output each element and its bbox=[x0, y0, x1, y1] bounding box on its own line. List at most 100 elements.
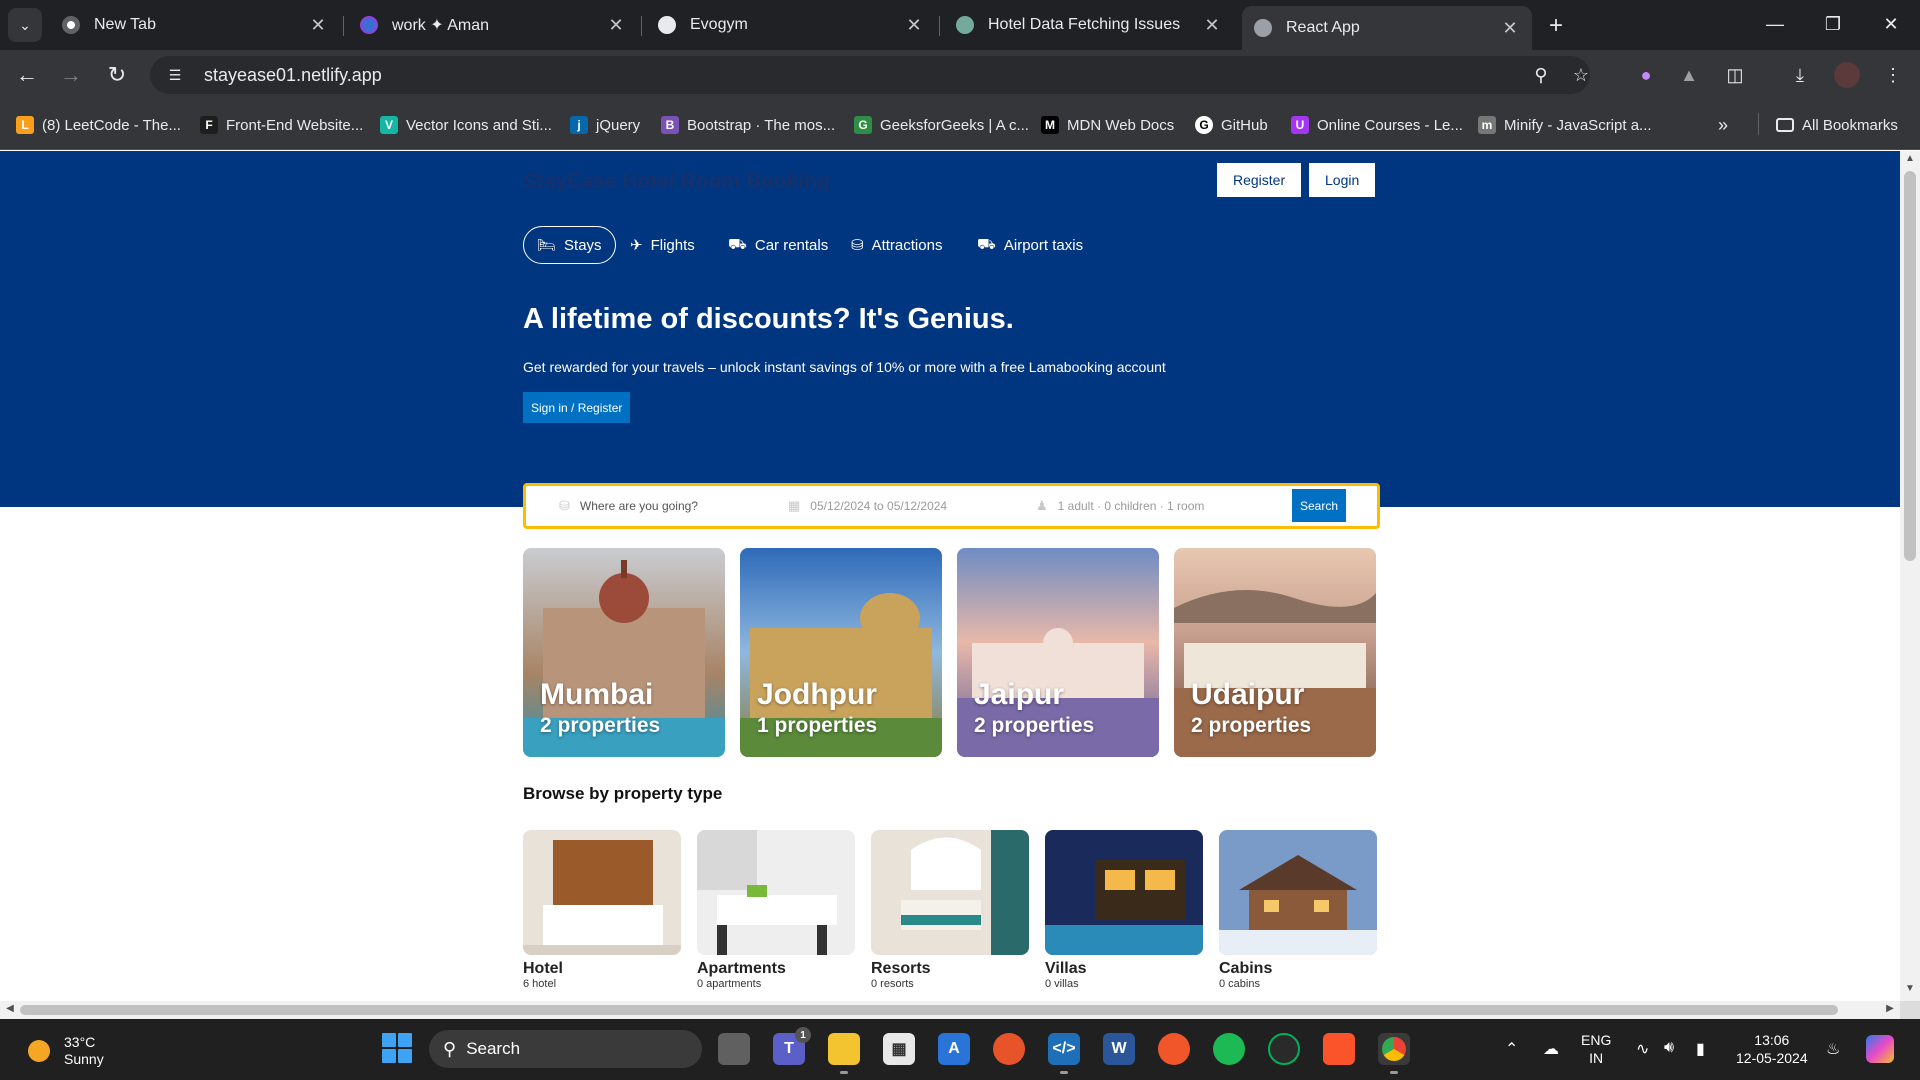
app-icon[interactable]: A bbox=[938, 1033, 970, 1065]
tab-evogym[interactable]: Evogym ✕ bbox=[646, 6, 936, 44]
vscode-icon[interactable]: </> bbox=[1048, 1033, 1080, 1074]
bookmark-mdn[interactable]: M MDN Web Docs bbox=[1041, 113, 1174, 137]
volume-icon[interactable]: 🔊︎ bbox=[1664, 1039, 1674, 1057]
bookmark-geeksforgeeks[interactable]: G GeeksforGeeks | A c... bbox=[854, 113, 1029, 137]
close-icon[interactable]: ✕ bbox=[904, 15, 924, 36]
close-icon[interactable]: ✕ bbox=[1500, 18, 1520, 39]
nav-airport-taxis[interactable]: ⛟ Airport taxis bbox=[977, 226, 1083, 264]
property-type-apartments[interactable]: Apartments 0 apartments bbox=[697, 830, 855, 990]
chrome-icon[interactable] bbox=[1378, 1033, 1410, 1074]
scroll-up-icon[interactable]: ▲ bbox=[1900, 153, 1920, 169]
tab-work[interactable]: work ✦ Aman ✕ bbox=[348, 6, 638, 44]
wifi-icon[interactable]: ∿ bbox=[1636, 1039, 1649, 1059]
zoom-icon[interactable]: ⚲ bbox=[1530, 64, 1552, 86]
bookmark-leetcode[interactable]: L (8) LeetCode - The... bbox=[16, 113, 181, 137]
scroll-down-icon[interactable]: ▼ bbox=[1900, 983, 1920, 999]
extension-icon[interactable]: ● bbox=[1633, 62, 1659, 88]
more-menu-icon[interactable]: ⋮ bbox=[1880, 62, 1906, 88]
start-button[interactable] bbox=[382, 1033, 412, 1063]
close-icon[interactable]: ✕ bbox=[1202, 15, 1222, 36]
file-explorer-icon[interactable] bbox=[828, 1033, 860, 1074]
property-type-hotel[interactable]: Hotel 6 hotel bbox=[523, 830, 681, 990]
guests-rooms-text[interactable]: 1 adult · 0 children · 1 room bbox=[1058, 499, 1205, 513]
onedrive-icon[interactable]: ☁ bbox=[1543, 1039, 1559, 1059]
date-range-text[interactable]: 05/12/2024 to 05/12/2024 bbox=[810, 499, 947, 513]
brave-icon[interactable] bbox=[1323, 1033, 1355, 1065]
bookmark-bootstrap[interactable]: B Bootstrap · The mos... bbox=[661, 113, 835, 137]
property-type-cabins[interactable]: Cabins 0 cabins bbox=[1219, 830, 1377, 990]
site-logo[interactable]: StayEase Hotel Room Booking bbox=[523, 170, 830, 194]
property-type-resorts[interactable]: Resorts 0 resorts bbox=[871, 830, 1029, 990]
tab-new-tab[interactable]: New Tab ✕ bbox=[50, 6, 340, 44]
mongodb-icon[interactable] bbox=[1268, 1033, 1300, 1065]
options-field[interactable]: ♟ 1 adult · 0 children · 1 room bbox=[1036, 496, 1204, 516]
tab-search-button[interactable]: ⌄ bbox=[8, 8, 42, 42]
firefox-icon[interactable] bbox=[993, 1033, 1025, 1065]
bookmark-online-courses[interactable]: U Online Courses - Le... bbox=[1291, 113, 1463, 137]
url-text[interactable]: stayease01.netlify.app bbox=[204, 65, 382, 86]
all-bookmarks-button[interactable]: All Bookmarks bbox=[1776, 113, 1898, 137]
close-icon[interactable]: ✕ bbox=[606, 15, 626, 36]
forward-button[interactable]: → bbox=[54, 58, 88, 92]
search-button[interactable]: Search bbox=[1292, 489, 1346, 522]
date-field[interactable]: ▦ 05/12/2024 to 05/12/2024 bbox=[788, 496, 947, 516]
microsoft-store-icon[interactable]: ▦ bbox=[883, 1033, 915, 1065]
bookmark-vector-icons[interactable]: V Vector Icons and Sti... bbox=[380, 113, 552, 137]
site-info-icon[interactable]: ☰ bbox=[162, 62, 188, 88]
clock[interactable]: 13:06 12-05-2024 bbox=[1736, 1031, 1808, 1067]
back-button[interactable]: ← bbox=[10, 58, 44, 92]
extension-icon[interactable]: ▲ bbox=[1676, 62, 1702, 88]
featured-card-mumbai[interactable]: Mumbai 2 properties bbox=[523, 548, 725, 757]
nav-flights[interactable]: ✈ Flights bbox=[630, 226, 695, 264]
bookmark-jquery[interactable]: j jQuery bbox=[570, 113, 640, 137]
weather-widget[interactable]: 33°C Sunny bbox=[28, 1034, 104, 1068]
teams-icon[interactable]: T1 bbox=[773, 1027, 811, 1065]
tab-react-app[interactable]: React App ✕ bbox=[1242, 6, 1532, 50]
address-bar[interactable]: ☰ stayease01.netlify.app ⚲ ☆ bbox=[150, 56, 1590, 94]
show-hidden-icons-button[interactable]: ⌃ bbox=[1505, 1039, 1518, 1059]
profile-avatar[interactable] bbox=[1834, 62, 1860, 88]
bookmarks-overflow-button[interactable]: » bbox=[1718, 113, 1728, 137]
login-button[interactable]: Login bbox=[1309, 163, 1376, 197]
reload-button[interactable]: ↻ bbox=[100, 58, 134, 92]
featured-card-udaipur[interactable]: Udaipur 2 properties bbox=[1174, 548, 1376, 757]
scroll-right-icon[interactable]: ▶ bbox=[1882, 1003, 1898, 1017]
register-button[interactable]: Register bbox=[1217, 163, 1302, 197]
scrollbar-thumb[interactable] bbox=[20, 1005, 1838, 1015]
spotify-icon[interactable] bbox=[1213, 1033, 1245, 1065]
puzzle-icon[interactable]: ◫ bbox=[1722, 62, 1748, 88]
scroll-left-icon[interactable]: ◀ bbox=[2, 1003, 18, 1017]
nav-attractions[interactable]: ⛁ Attractions bbox=[851, 226, 942, 264]
featured-card-jodhpur[interactable]: Jodhpur 1 properties bbox=[740, 548, 942, 757]
copilot-icon[interactable] bbox=[1866, 1035, 1894, 1063]
taskbar-search[interactable]: ⚲ Search bbox=[429, 1030, 702, 1068]
hero-title: A lifetime of discounts? It's Genius. bbox=[523, 303, 1014, 335]
minimize-button[interactable]: — bbox=[1752, 8, 1798, 40]
destination-input[interactable] bbox=[579, 499, 750, 513]
battery-icon[interactable]: ▮ bbox=[1696, 1039, 1705, 1059]
horizontal-scrollbar[interactable]: ◀ ▶ bbox=[0, 1001, 1900, 1019]
close-icon[interactable]: ✕ bbox=[308, 15, 328, 36]
word-icon[interactable]: W bbox=[1103, 1033, 1135, 1065]
sign-in-register-button[interactable]: Sign in / Register bbox=[523, 392, 631, 423]
bookmark-minify[interactable]: m Minify - JavaScript a... bbox=[1478, 113, 1652, 137]
tab-hotel-data[interactable]: Hotel Data Fetching Issues ✕ bbox=[944, 6, 1234, 44]
property-type-villas[interactable]: Villas 0 villas bbox=[1045, 830, 1203, 990]
restore-button[interactable]: ❐ bbox=[1810, 8, 1856, 40]
postman-icon[interactable] bbox=[1158, 1033, 1190, 1065]
destination-field[interactable]: ⛁ bbox=[559, 496, 750, 516]
bookmark-github[interactable]: G GitHub bbox=[1195, 113, 1268, 137]
download-icon[interactable]: ⤓ bbox=[1787, 62, 1813, 88]
notification-bell-icon[interactable]: ♨ bbox=[1826, 1039, 1840, 1059]
scrollbar-thumb[interactable] bbox=[1904, 171, 1916, 561]
star-icon[interactable]: ☆ bbox=[1570, 64, 1592, 86]
nav-stays[interactable]: 🛌︎ Stays bbox=[523, 226, 616, 264]
language-indicator[interactable]: ENG IN bbox=[1581, 1031, 1611, 1067]
close-window-button[interactable]: ✕ bbox=[1868, 8, 1914, 40]
nav-car-rentals[interactable]: ⛟ Car rentals bbox=[728, 226, 828, 264]
featured-card-jaipur[interactable]: Jaipur 2 properties bbox=[957, 548, 1159, 757]
task-view-icon[interactable] bbox=[718, 1033, 750, 1065]
new-tab-button[interactable]: + bbox=[1540, 10, 1572, 42]
vertical-scrollbar[interactable]: ▲ ▼ bbox=[1900, 151, 1920, 1001]
bookmark-frontend[interactable]: F Front-End Website... bbox=[200, 113, 363, 137]
